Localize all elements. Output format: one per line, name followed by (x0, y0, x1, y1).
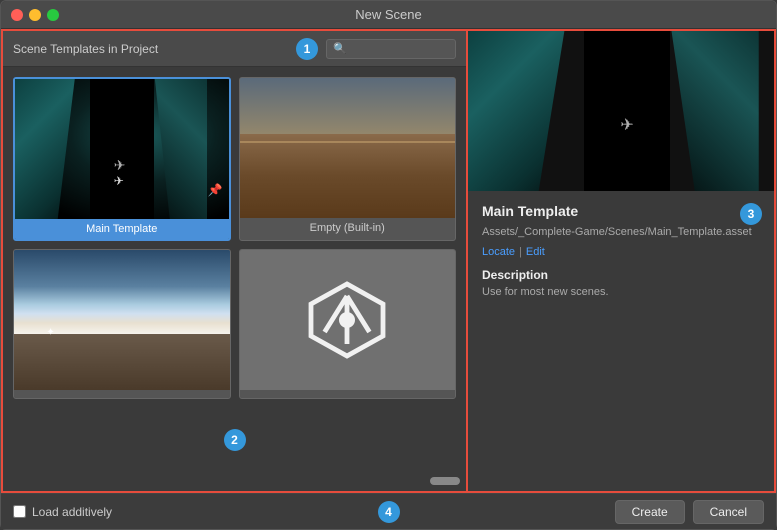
template-grid: ✈ 📌 Main Template (3, 67, 466, 409)
spacecraft-icon: ✈ (114, 157, 130, 177)
load-additively-checkbox[interactable] (13, 505, 26, 518)
template-links: Locate | Edit (482, 246, 760, 258)
search-input[interactable] (326, 39, 456, 59)
create-button[interactable]: Create (615, 500, 685, 524)
unity-template-thumbnail (240, 250, 456, 390)
info-section: Main Template Assets/_Complete-Game/Scen… (468, 191, 774, 491)
template-card-empty[interactable]: Empty (Built-in) (239, 77, 457, 241)
window-title: New Scene (355, 7, 421, 22)
grid-scroll-container: ✈ 📌 Main Template (3, 67, 466, 491)
pin-icon: 📌 (208, 183, 223, 197)
left-panel: Scene Templates in Project 1 (1, 29, 468, 493)
left-panel-header: Scene Templates in Project 1 (3, 31, 466, 67)
preview-thumbnail: ✈ (468, 31, 774, 191)
close-button[interactable] (11, 9, 23, 21)
title-bar: New Scene (1, 1, 776, 29)
badge-2: 2 (224, 429, 246, 451)
locate-link[interactable]: Locate (482, 246, 515, 258)
template-name-title: Main Template (482, 203, 760, 219)
unity-scene (240, 250, 456, 390)
minimize-button[interactable] (29, 9, 41, 21)
sky-template-thumbnail: ✦ (14, 250, 230, 390)
badge-3: 3 (740, 203, 762, 225)
bottom-bar: Load additively 4 Create Cancel (1, 493, 776, 529)
panel-title: Scene Templates in Project (13, 42, 158, 56)
space-scene: ✈ (15, 79, 229, 219)
main-template-label: Main Template (15, 219, 229, 239)
traffic-lights (11, 9, 59, 21)
template-card-main[interactable]: ✈ 📌 Main Template (13, 77, 231, 241)
link-separator: | (519, 246, 522, 258)
empty-template-thumbnail (240, 78, 456, 218)
unity-logo-icon (307, 280, 387, 360)
sky-star-icon: ✦ (46, 327, 54, 335)
sky-template-label (14, 390, 230, 398)
description-title: Description (482, 268, 760, 282)
load-additively-section: Load additively (13, 505, 112, 519)
header-right: 1 (296, 38, 456, 60)
load-additively-label: Load additively (32, 505, 112, 519)
template-card-unity[interactable] (239, 249, 457, 399)
edit-link[interactable]: Edit (526, 246, 545, 258)
empty-template-label: Empty (Built-in) (240, 218, 456, 238)
main-content: Scene Templates in Project 1 (1, 29, 776, 493)
desert-scene (240, 78, 456, 218)
template-card-sky[interactable]: ✦ (13, 249, 231, 399)
unity-template-label (240, 390, 456, 398)
bottom-buttons: Create Cancel (615, 500, 764, 524)
badge-4: 4 (378, 501, 400, 523)
maximize-button[interactable] (47, 9, 59, 21)
cancel-button[interactable]: Cancel (693, 500, 764, 524)
sky-scene: ✦ (14, 250, 230, 390)
badge-1: 1 (296, 38, 318, 60)
new-scene-window: New Scene Scene Templates in Project 1 (0, 0, 777, 530)
preview-space-scene: ✈ (468, 31, 774, 191)
description-text: Use for most new scenes. (482, 286, 760, 298)
preview-spacecraft-icon: ✈ (620, 115, 633, 135)
main-template-thumbnail: ✈ 📌 (15, 79, 229, 219)
scrollbar-thumb[interactable] (430, 477, 460, 485)
template-path: Assets/_Complete-Game/Scenes/Main_Templa… (482, 225, 760, 240)
right-panel: ✈ Main Template Assets/_Complete-Game/Sc… (468, 29, 776, 493)
